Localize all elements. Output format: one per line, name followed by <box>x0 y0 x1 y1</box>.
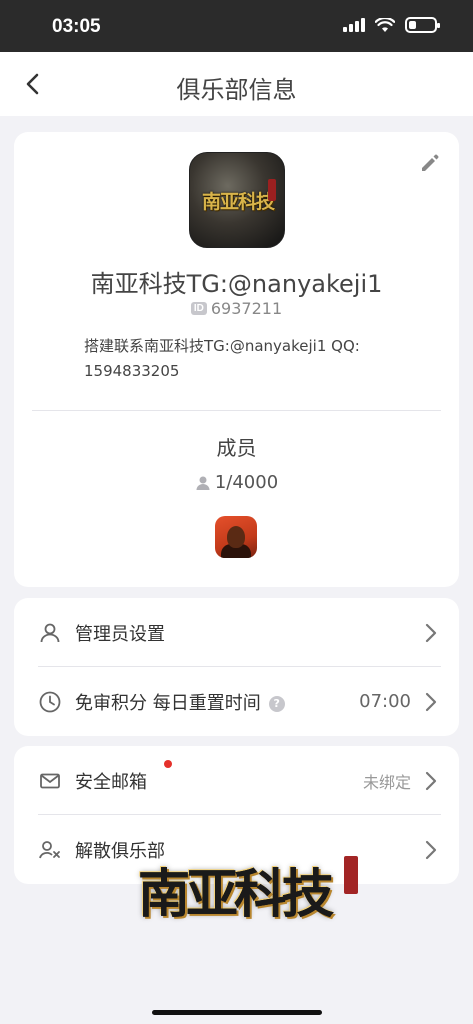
club-logo-tag <box>268 179 276 201</box>
page-title: 俱乐部信息 <box>176 76 297 104</box>
id-badge-icon: ID <box>190 302 207 315</box>
members-count-row: 1/4000 <box>14 472 459 493</box>
secure-email-label: 安全邮箱 <box>75 771 147 793</box>
status-time: 03:05 <box>52 16 101 37</box>
reset-time-value: 07:00 <box>359 691 411 712</box>
help-question-icon[interactable]: ? <box>268 695 285 712</box>
home-indicator[interactable] <box>152 1010 322 1015</box>
club-name: 南亚科技TG:@nanyakeji1 <box>90 270 383 298</box>
admin-person-icon <box>40 623 60 642</box>
club-logo[interactable]: 南亚科技 <box>189 152 285 248</box>
cellular-signal-icon <box>343 18 365 32</box>
chevron-right-icon <box>425 623 437 642</box>
members-count: 1/4000 <box>214 472 279 493</box>
remove-users-icon <box>39 840 60 858</box>
watermark-logo: 南亚科技 <box>138 846 360 926</box>
free-review-row[interactable]: 免审积分 每日重置时间? 07:00 <box>14 667 459 736</box>
club-id-value: 6937211 <box>210 299 283 318</box>
mail-icon <box>40 773 60 788</box>
club-id-row: ID 6937211 <box>14 299 459 318</box>
club-description: 搭建联系南亚科技TG:@nanyakeji1 QQ: 1594833205 <box>84 337 360 380</box>
admin-settings-row[interactable]: 管理员设置 <box>14 598 459 667</box>
battery-icon <box>405 17 440 33</box>
chevron-right-icon <box>425 771 437 790</box>
person-icon <box>196 476 210 490</box>
wifi-icon <box>375 17 395 32</box>
club-profile-card: 南亚科技 南亚科技TG:@nanyakeji1 ID 6937211 搭建联系南… <box>14 132 459 587</box>
status-icons <box>343 17 440 33</box>
members-title: 成员 <box>216 436 257 460</box>
free-review-label: 免审积分 每日重置时间 <box>75 692 261 714</box>
free-review-label-wrap: 免审积分 每日重置时间? <box>75 689 285 715</box>
clock-icon <box>39 691 61 712</box>
admin-settings-label: 管理员设置 <box>75 623 165 645</box>
chevron-right-icon <box>425 692 437 711</box>
divider <box>32 410 441 411</box>
chevron-right-icon <box>425 840 437 859</box>
edit-pencil-icon[interactable] <box>419 152 441 174</box>
member-avatar[interactable] <box>215 516 257 558</box>
secure-email-status: 未绑定 <box>362 772 411 792</box>
settings-card: 管理员设置 免审积分 每日重置时间? 07:00 <box>14 598 459 736</box>
status-bar: 03:05 <box>0 0 473 52</box>
watermark-tag <box>344 856 358 894</box>
watermark-text: 南亚科技 <box>138 864 334 925</box>
nav-bar: 俱乐部信息 <box>0 52 473 116</box>
notification-dot <box>164 760 172 768</box>
secure-email-row[interactable]: 安全邮箱 未绑定 <box>14 746 459 815</box>
